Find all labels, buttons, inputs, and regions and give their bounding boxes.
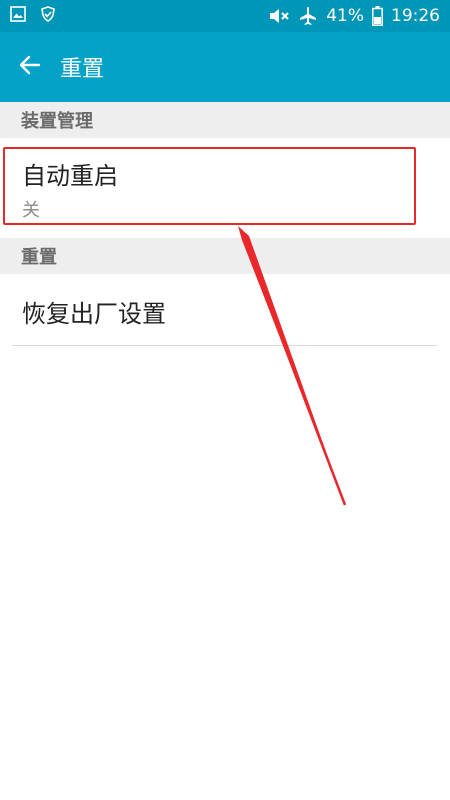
status-bar: 41% 19:26 xyxy=(0,0,450,32)
status-left-icons xyxy=(10,6,56,26)
auto-restart-title: 自动重启 xyxy=(22,162,118,190)
battery-percent: 41% xyxy=(326,6,364,26)
back-button[interactable] xyxy=(0,32,60,102)
settings-screen: 41% 19:26 重置 装置管理 自动重启 关 重置 恢复出厂设置 xyxy=(0,0,450,800)
battery-icon xyxy=(372,6,383,26)
gallery-icon xyxy=(10,6,26,26)
shield-icon xyxy=(40,6,56,26)
factory-reset-item[interactable]: 恢复出厂设置 xyxy=(0,274,450,346)
list-divider xyxy=(12,345,438,346)
mute-icon xyxy=(268,7,290,25)
app-bar: 重置 xyxy=(0,32,450,102)
airplane-icon xyxy=(298,6,318,26)
section-header-reset: 重置 xyxy=(0,238,450,274)
status-right-icons: 41% 19:26 xyxy=(268,6,440,26)
status-time: 19:26 xyxy=(391,6,440,26)
factory-reset-title: 恢复出厂设置 xyxy=(22,300,166,328)
auto-restart-summary: 关 xyxy=(22,200,40,221)
back-arrow-icon xyxy=(19,54,41,80)
auto-restart-item[interactable]: 自动重启 关 xyxy=(0,138,450,238)
page-title: 重置 xyxy=(60,57,105,82)
section-header-device-management: 装置管理 xyxy=(0,102,450,138)
